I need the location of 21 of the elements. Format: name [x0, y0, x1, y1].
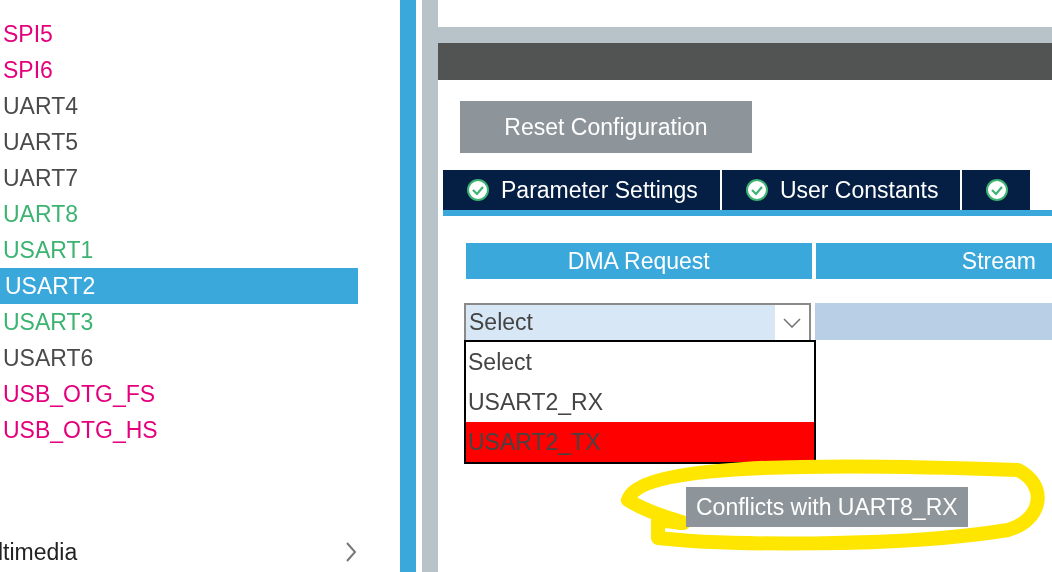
dma-request-select[interactable]: Select [464, 303, 812, 340]
check-circle-icon [986, 179, 1009, 201]
peripheral-item[interactable]: SPI5 [0, 16, 358, 52]
peripheral-item[interactable]: UART7 [0, 160, 358, 196]
column-header: DMA Request [466, 243, 812, 279]
category-label[interactable]: ltimedia [0, 538, 78, 566]
check-circle-icon [467, 179, 489, 201]
peripheral-item[interactable]: USB_OTG_HS [0, 412, 358, 448]
peripheral-item[interactable]: UART4 [0, 88, 358, 124]
chevron-icon[interactable] [344, 541, 358, 563]
conflict-tooltip: Conflicts with UART8_RX [686, 487, 968, 527]
settings-tab[interactable]: User Constants [721, 170, 961, 210]
peripheral-item[interactable]: SPI6 [0, 52, 358, 88]
check-circle-icon [745, 179, 768, 201]
peripheral-item[interactable]: USART6 [0, 340, 358, 376]
settings-tab[interactable] [962, 170, 1031, 210]
caret-icon [783, 317, 802, 328]
settings-tab[interactable]: Parameter Settings [443, 170, 720, 210]
column-header: Stream [815, 243, 1052, 279]
peripheral-item[interactable]: USB_OTG_FS [0, 376, 358, 412]
peripheral-item[interactable]: UART5 [0, 124, 358, 160]
